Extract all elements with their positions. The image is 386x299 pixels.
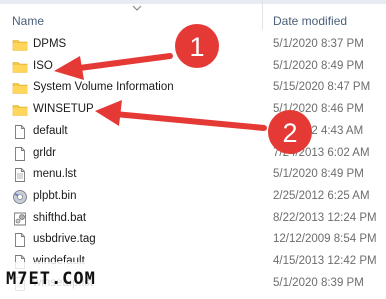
file-date-modified: 5/15/2020 8:47 PM <box>273 81 371 94</box>
file-date-modified: 7/24/2013 6:02 AM <box>273 146 370 159</box>
file-date-modified: 2/1/2012 4:43 AM <box>273 124 364 137</box>
file-name: ISO <box>33 59 53 72</box>
bin-file-icon <box>12 189 28 205</box>
file-name: System Volume Information <box>33 81 174 94</box>
column-separator[interactable] <box>262 0 263 30</box>
file-row[interactable]: System Volume Information 5/15/2020 8:47 … <box>0 77 386 99</box>
sort-ascending-icon[interactable] <box>131 3 143 13</box>
file-date-modified: 12/12/2009 8:54 PM <box>273 233 377 246</box>
file-date-modified: 5/1/2020 8:39 PM <box>273 276 364 289</box>
folder-icon <box>12 59 28 75</box>
file-date-modified: 5/1/2020 8:49 PM <box>273 168 364 181</box>
file-icon <box>12 124 28 140</box>
file-row[interactable]: menu.lst 5/1/2020 8:49 PM <box>0 164 386 186</box>
file-icon <box>12 232 28 248</box>
file-date-modified: 4/15/2013 12:42 PM <box>273 255 377 267</box>
file-row[interactable]: DPMS 5/1/2020 8:37 PM <box>0 34 386 56</box>
file-row[interactable]: ISO 5/1/2020 8:49 PM <box>0 56 386 78</box>
file-name: plpbt.bin <box>33 189 77 202</box>
column-header-name[interactable]: Name <box>12 14 44 28</box>
file-name: menu.lst <box>33 168 77 181</box>
file-row[interactable]: usbdrive.tag 12/12/2009 8:54 PM <box>0 229 386 251</box>
file-row[interactable]: WINSETUP 5/1/2020 8:46 PM <box>0 99 386 121</box>
folder-icon <box>12 37 28 53</box>
file-row[interactable]: default 2/1/2012 4:43 AM <box>0 121 386 143</box>
file-name: usbdrive.tag <box>33 233 96 246</box>
file-row[interactable]: plpbt.bin 2/25/2012 6:25 AM <box>0 186 386 208</box>
folder-icon <box>12 102 28 118</box>
file-date-modified: 8/22/2013 12:24 PM <box>273 211 377 224</box>
file-date-modified: 5/1/2020 8:49 PM <box>273 59 364 72</box>
file-name: grldr <box>33 146 57 159</box>
file-name: shifthd.bat <box>33 211 87 224</box>
file-date-modified: 5/1/2020 8:46 PM <box>273 103 364 116</box>
text-file-icon <box>12 167 28 183</box>
file-date-modified: 2/25/2012 6:25 AM <box>273 189 370 202</box>
folder-icon <box>12 80 28 96</box>
file-date-modified: 5/1/2020 8:37 PM <box>273 38 364 50</box>
file-name: WINSETUP <box>33 103 94 116</box>
header-top-strip <box>0 0 386 4</box>
file-name: default <box>33 124 68 137</box>
file-row[interactable]: grldr 7/24/2013 6:02 AM <box>0 143 386 165</box>
file-row[interactable]: shifthd.bat 8/22/2013 12:24 PM <box>0 208 386 230</box>
column-header-date-modified[interactable]: Date modified <box>273 14 347 28</box>
file-icon <box>12 146 28 162</box>
batch-file-icon <box>12 211 28 227</box>
file-name: DPMS <box>33 38 67 50</box>
watermark-text: M7ET.COM <box>6 269 96 289</box>
